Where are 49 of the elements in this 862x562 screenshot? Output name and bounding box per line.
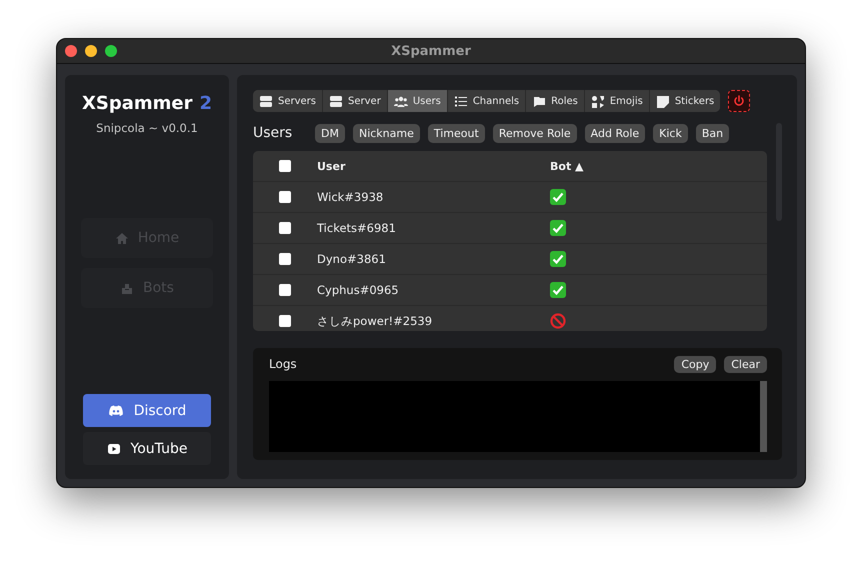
action-button[interactable]: Remove Role bbox=[492, 124, 577, 142]
table-cell: Cyphus#0965 bbox=[317, 283, 399, 297]
scrollbar-thumb[interactable] bbox=[760, 381, 767, 452]
version-mark: 2 bbox=[199, 93, 212, 114]
minimize-button[interactable] bbox=[85, 45, 97, 57]
discord-icon bbox=[108, 404, 124, 417]
speech-bubbles-icon bbox=[532, 94, 546, 108]
log-button[interactable]: Copy bbox=[674, 356, 716, 372]
table-cell: Dyno#3861 bbox=[317, 252, 386, 266]
emoji-grid-icon bbox=[590, 94, 605, 108]
table-cell: Tickets#6981 bbox=[317, 221, 396, 235]
list-icon bbox=[454, 94, 468, 108]
action-button[interactable]: Add Role bbox=[584, 124, 646, 142]
close-button[interactable] bbox=[65, 45, 77, 57]
column-header[interactable]: Bot ▲ bbox=[550, 160, 584, 172]
checkbox[interactable] bbox=[279, 315, 291, 327]
table-cell: Wick#3938 bbox=[317, 190, 384, 204]
column-header[interactable]: User bbox=[317, 160, 346, 172]
link-button[interactable]: Discord bbox=[83, 394, 211, 427]
users-icon bbox=[394, 94, 408, 108]
link-button[interactable]: YouTube bbox=[83, 432, 211, 465]
checkbox[interactable] bbox=[279, 191, 291, 203]
server-icon bbox=[259, 94, 273, 108]
action-button[interactable]: DM bbox=[315, 124, 345, 142]
app-subtitle: Snipcola ~ v0.0.1 bbox=[96, 121, 198, 135]
app-name: XSpammer bbox=[82, 93, 192, 114]
action-button[interactable]: Kick bbox=[653, 124, 688, 142]
maximize-button[interactable] bbox=[105, 45, 117, 57]
logs-title: Logs bbox=[269, 357, 297, 371]
play-icon bbox=[106, 442, 121, 455]
sticker-icon bbox=[656, 94, 670, 108]
tab[interactable]: Servers bbox=[253, 90, 324, 112]
action-button[interactable]: Timeout bbox=[428, 124, 485, 142]
boxes-icon bbox=[120, 282, 134, 294]
checkbox[interactable] bbox=[279, 284, 291, 296]
checkbox[interactable] bbox=[279, 160, 291, 172]
power-button[interactable] bbox=[728, 90, 750, 112]
section-title: Users bbox=[253, 125, 292, 141]
window-title: XSpammer bbox=[391, 44, 471, 58]
action-button[interactable]: Ban bbox=[696, 124, 730, 142]
table-cell: さしみpower!#2539 bbox=[317, 314, 432, 328]
tab[interactable]: Users bbox=[388, 90, 448, 112]
home-icon bbox=[114, 232, 129, 244]
checkbox[interactable] bbox=[279, 253, 291, 265]
action-button[interactable]: Nickname bbox=[352, 124, 420, 142]
log-button[interactable]: Clear bbox=[724, 356, 767, 372]
power-icon bbox=[733, 95, 746, 107]
checkbox[interactable] bbox=[279, 222, 291, 234]
server-icon bbox=[329, 94, 344, 108]
